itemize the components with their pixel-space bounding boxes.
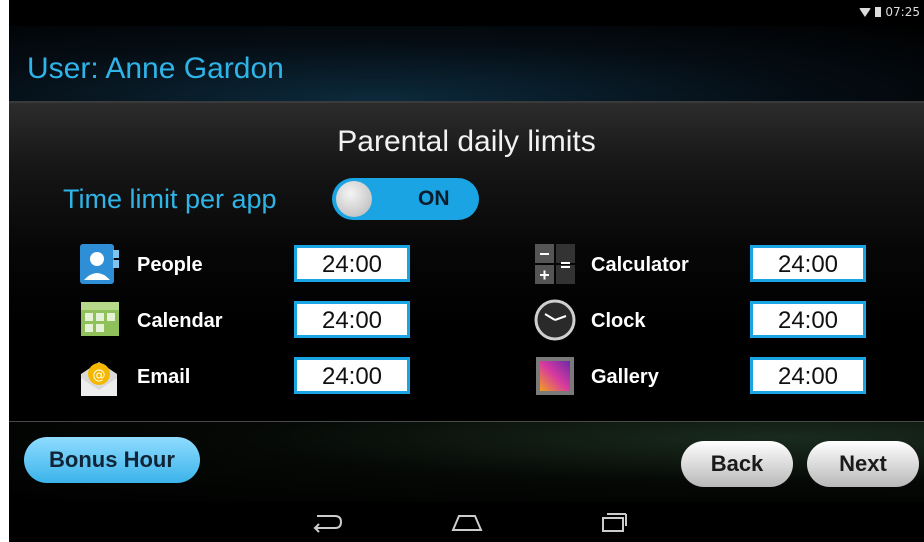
app-row-calculator: Calculator 24:00 (533, 242, 883, 290)
limits-panel: Parental daily limits Time limit per app… (9, 103, 924, 421)
app-name: Email (137, 366, 191, 388)
app-name: Calendar (137, 310, 223, 332)
recents-nav-icon[interactable] (599, 510, 629, 534)
app-name: Calculator (591, 254, 689, 276)
navigation-bar (9, 502, 924, 542)
home-nav-icon[interactable] (449, 510, 485, 534)
back-button[interactable]: Back (681, 441, 793, 487)
footer: Bonus Hour Back Next (9, 422, 924, 502)
toggle-knob[interactable] (336, 181, 372, 217)
limit-input-calculator[interactable]: 24:00 (750, 245, 866, 282)
status-bar: 07:25 (9, 0, 924, 26)
people-icon (80, 244, 119, 284)
app-row-people: People 24:00 (77, 242, 427, 290)
app-row-gallery: Gallery 24:00 (533, 354, 883, 402)
device-screen: 07:25 User: Anne Gardon Parental daily l… (9, 0, 924, 542)
status-time: 07:25 (885, 5, 920, 19)
gallery-icon (536, 357, 574, 395)
time-limit-label: Time limit per app (63, 184, 277, 214)
limit-input-gallery[interactable]: 24:00 (750, 357, 866, 394)
app-name: Gallery (591, 366, 659, 388)
user-title: User: Anne Gardon (27, 52, 284, 85)
next-button[interactable]: Next (807, 441, 919, 487)
bonus-hour-button[interactable]: Bonus Hour (24, 437, 200, 483)
email-icon: @ (81, 362, 117, 396)
limit-input-calendar[interactable]: 24:00 (294, 301, 410, 338)
time-limit-toggle[interactable]: ON (332, 178, 479, 220)
battery-icon (875, 7, 882, 17)
page-title: Parental daily limits (337, 125, 596, 158)
app-row-clock: Clock 24:00 (533, 298, 883, 346)
limit-input-people[interactable]: 24:00 (294, 245, 410, 282)
calendar-icon (81, 302, 119, 336)
header: User: Anne Gardon (9, 26, 924, 101)
app-row-email: @ Email 24:00 (77, 354, 427, 402)
app-row-calendar: Calendar 24:00 (77, 298, 427, 346)
limit-input-email[interactable]: 24:00 (294, 357, 410, 394)
limit-input-clock[interactable]: 24:00 (750, 301, 866, 338)
svg-text:@: @ (93, 368, 106, 383)
wifi-icon (859, 7, 872, 17)
toggle-state-label: ON (418, 187, 450, 210)
back-nav-icon[interactable] (309, 510, 343, 534)
app-name: People (137, 254, 203, 276)
calculator-icon (535, 244, 575, 284)
app-name: Clock (591, 310, 646, 332)
clock-icon (534, 299, 576, 341)
